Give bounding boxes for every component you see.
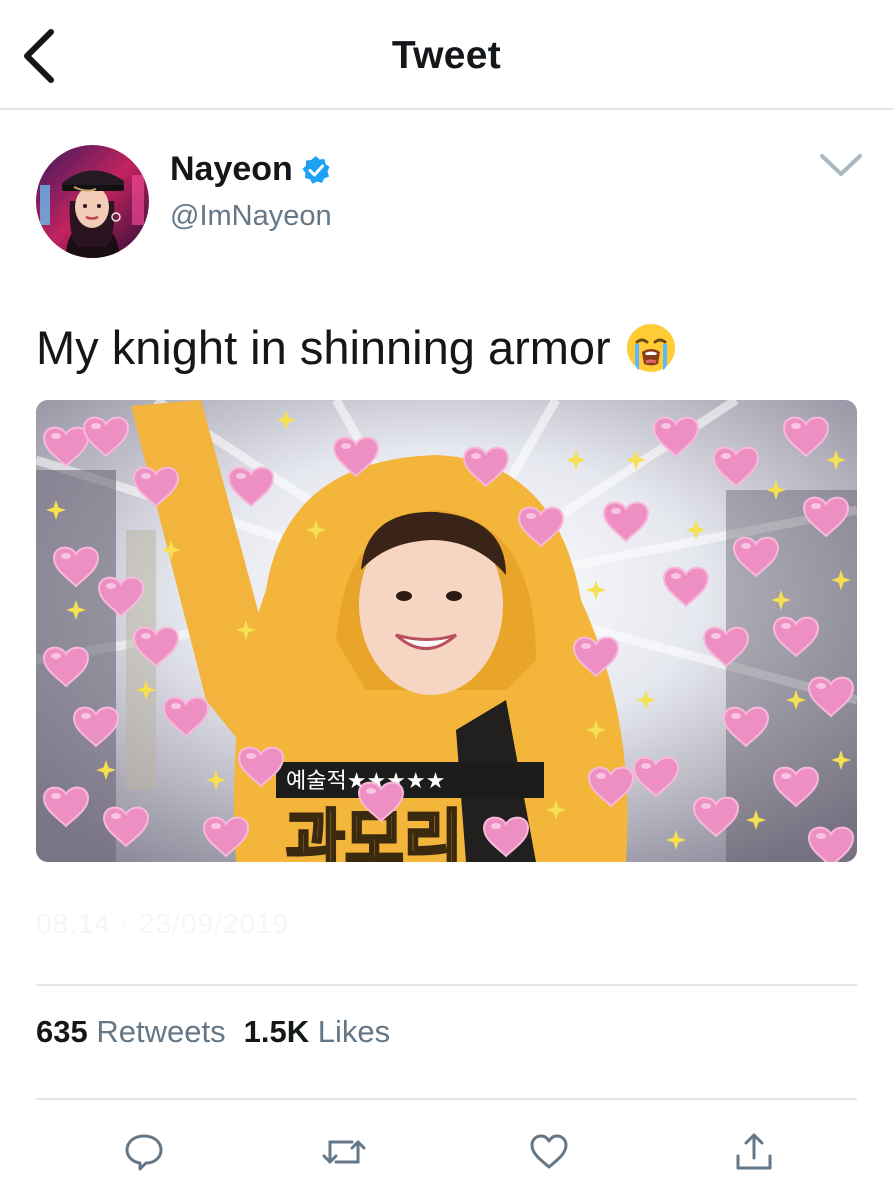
like-icon <box>530 1134 568 1169</box>
chevron-down-icon <box>820 154 862 176</box>
author-name-text: Nayeon <box>170 150 293 188</box>
reply-icon <box>125 1134 163 1171</box>
retweets-count: 635 <box>36 1014 88 1049</box>
verified-badge-icon <box>301 155 331 185</box>
like-button[interactable] <box>523 1128 575 1176</box>
author-handle[interactable]: @ImNayeon <box>170 200 332 233</box>
more-options-button[interactable] <box>818 148 864 182</box>
avatar[interactable] <box>36 145 149 258</box>
likes-stat[interactable]: 1.5K Likes <box>244 1014 390 1050</box>
retweets-label: Retweets <box>96 1014 226 1049</box>
share-icon <box>736 1133 772 1170</box>
reply-button[interactable] <box>118 1128 170 1176</box>
loudly-crying-face-icon <box>625 322 677 374</box>
tweet-timestamp: 08:14 · 23/09/2019 <box>36 908 290 939</box>
tweet-text: My knight in shinning armor <box>36 320 677 375</box>
divider <box>36 984 857 986</box>
tweet-stats: 635 Retweets 1.5K Likes <box>36 1014 390 1050</box>
divider <box>36 1098 857 1100</box>
retweets-stat[interactable]: 635 Retweets <box>36 1014 226 1050</box>
tweet-media-image[interactable]: 예술적★★★★★ 과모리 <box>36 400 857 862</box>
likes-label: Likes <box>317 1014 391 1049</box>
retweet-button[interactable] <box>318 1128 370 1176</box>
author-name[interactable]: Nayeon <box>170 150 331 189</box>
tweet-text-content: My knight in shinning armor <box>36 321 611 374</box>
share-button[interactable] <box>728 1128 780 1176</box>
top-nav-bar: Tweet <box>0 0 893 110</box>
likes-count: 1.5K <box>243 1014 310 1049</box>
retweet-icon <box>322 1140 366 1164</box>
page-title: Tweet <box>391 34 502 77</box>
